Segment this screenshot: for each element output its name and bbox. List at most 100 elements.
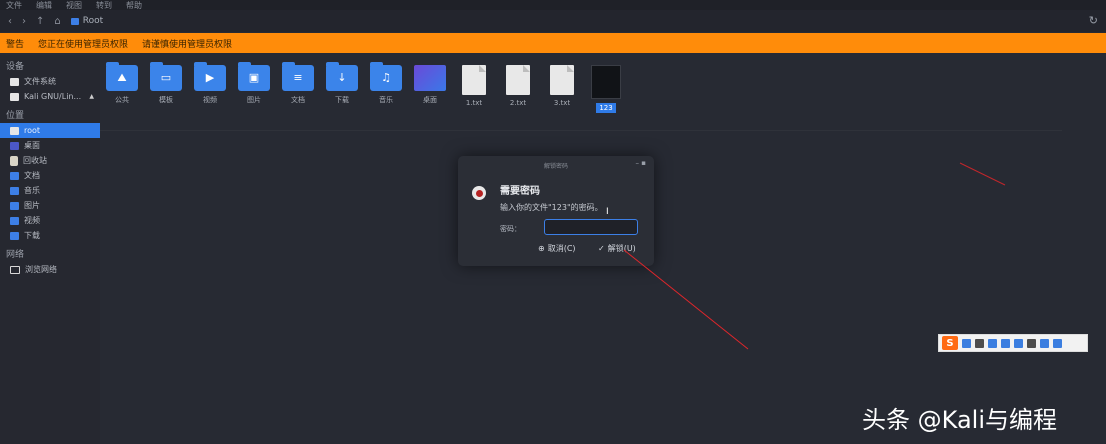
sidebar-item-label: 桌面	[24, 141, 40, 150]
menu-go[interactable]: 转到	[96, 0, 112, 11]
ime-tool-icon[interactable]	[1001, 338, 1010, 348]
file-grid: ⛰ 公共 ▭ 模板 ▶ 视频 ▣ 图片 ≡ 文档 ↓ 下载 ♫ 音乐 桌面 1.…	[106, 62, 622, 113]
download-icon: ↓	[337, 71, 347, 84]
folder-icon: ♫	[370, 62, 402, 91]
menu-view[interactable]: 视图	[66, 0, 82, 11]
unlock-label: 解锁(U)	[607, 243, 636, 253]
cancel-icon: ⊕	[538, 243, 545, 253]
ime-tool-icon[interactable]	[962, 338, 971, 348]
dialog-title: 解锁密码	[543, 163, 568, 170]
sidebar-item-root[interactable]: root	[0, 123, 100, 138]
file-label: 下载	[335, 96, 349, 104]
file-item-music[interactable]: ♫ 音乐	[370, 62, 402, 113]
sidebar-item-pictures[interactable]: 图片	[0, 198, 100, 213]
file-label: 视频	[203, 96, 217, 104]
sidebar-item-music[interactable]: 音乐	[0, 183, 100, 198]
admin-warning-bar: 警告 您正在使用管理员权限 请谨慎使用管理员权限	[0, 33, 1106, 53]
dialog-message: 输入你的文件"123"的密码。	[500, 203, 603, 212]
up-icon[interactable]: ↑	[36, 16, 44, 27]
file-item-3txt[interactable]: 3.txt	[546, 65, 578, 113]
menu-edit[interactable]: 编辑	[36, 0, 52, 11]
password-input[interactable]	[544, 219, 638, 235]
text-file-icon	[462, 65, 486, 95]
file-item-downloads[interactable]: ↓ 下载	[326, 62, 358, 113]
sidebar-item-label: 文件系统	[24, 77, 56, 86]
location-bar[interactable]: Root	[70, 16, 104, 26]
menu-help[interactable]: 帮助	[126, 0, 142, 11]
folder-icon: ⛰	[106, 62, 138, 91]
ime-tool-icon[interactable]	[1040, 338, 1049, 348]
sidebar-item-kali-disk[interactable]: Kali GNU/Lin... ▲	[0, 89, 100, 104]
public-icon: ⛰	[117, 71, 127, 84]
document-icon: ≡	[293, 71, 303, 84]
file-item-templates[interactable]: ▭ 模板	[150, 62, 182, 113]
sidebar-item-label: 音乐	[24, 186, 40, 195]
file-item-videos[interactable]: ▶ 视频	[194, 62, 226, 113]
sidebar-item-label: 视频	[24, 216, 40, 225]
text-file-icon	[506, 65, 530, 95]
ime-tool-icon[interactable]	[1053, 338, 1062, 348]
lock-icon	[472, 186, 486, 200]
menu-file[interactable]: 文件	[6, 0, 22, 11]
home-icon[interactable]: ⌂	[54, 16, 60, 27]
file-item-123[interactable]: 123	[590, 65, 622, 113]
file-label: 公共	[115, 96, 129, 104]
window-controls-icon[interactable]: – ▪	[636, 159, 646, 167]
cancel-label: 取消(C)	[547, 243, 576, 253]
ime-tool-icon[interactable]	[1014, 338, 1023, 348]
refresh-icon[interactable]: ↻	[1089, 14, 1098, 27]
forward-icon[interactable]: ›	[22, 16, 26, 27]
file-label: 1.txt	[465, 99, 483, 107]
sidebar-item-desktop[interactable]: 桌面	[0, 138, 100, 153]
picture-icon: ▣	[248, 71, 260, 84]
folder-icon: ↓	[326, 62, 358, 91]
folder-icon: ▣	[238, 62, 270, 91]
sidebar: 设备 文件系统 Kali GNU/Lin... ▲ 位置 root 桌面 回收站…	[0, 55, 100, 444]
desktop-folder-icon	[414, 65, 446, 91]
file-label: 123	[596, 103, 616, 113]
location-path: Root	[82, 16, 104, 26]
sidebar-item-filesystem[interactable]: 文件系统	[0, 74, 100, 89]
folder-icon: ▭	[150, 62, 182, 91]
file-item-public[interactable]: ⛰ 公共	[106, 62, 138, 113]
input-method-toolbar[interactable]: S	[938, 334, 1088, 352]
sidebar-item-videos[interactable]: 视频	[0, 213, 100, 228]
sidebar-item-label: root	[24, 126, 41, 135]
file-item-documents[interactable]: ≡ 文档	[282, 62, 314, 113]
file-label: 图片	[247, 96, 261, 104]
eject-icon[interactable]: ▲	[89, 93, 94, 100]
sidebar-item-label: 浏览网络	[25, 265, 57, 274]
ime-tool-icon[interactable]	[988, 338, 997, 348]
back-icon[interactable]: ‹	[8, 16, 12, 27]
ime-tool-icon[interactable]	[975, 338, 984, 348]
folder-icon: ▶	[194, 62, 226, 91]
sidebar-item-label: 图片	[24, 201, 40, 210]
home-folder-icon	[10, 126, 19, 135]
cancel-button[interactable]: ⊕ 取消(C)	[532, 240, 582, 256]
file-item-1txt[interactable]: 1.txt	[458, 65, 490, 113]
file-item-desktop[interactable]: 桌面	[414, 65, 446, 113]
unlock-button[interactable]: ✓ 解锁(U)	[592, 240, 642, 256]
ime-tool-icon[interactable]	[1027, 338, 1036, 348]
file-item-pictures[interactable]: ▣ 图片	[238, 62, 270, 113]
file-label: 模板	[159, 96, 173, 104]
file-item-2txt[interactable]: 2.txt	[502, 65, 534, 113]
sidebar-item-label: Kali GNU/Lin...	[24, 92, 82, 101]
sidebar-item-label: 下载	[24, 231, 40, 240]
sidebar-item-trash[interactable]: 回收站	[0, 153, 100, 168]
sidebar-heading-network: 网络	[6, 250, 25, 260]
sidebar-item-browse-network[interactable]: 浏览网络	[0, 262, 100, 277]
toolbar: ‹ › ↑ ⌂ Root ↻	[0, 10, 1106, 32]
sogou-logo-icon: S	[942, 336, 958, 350]
folder-icon	[10, 201, 19, 210]
folder-icon	[10, 171, 19, 180]
sidebar-item-downloads[interactable]: 下载	[0, 228, 100, 243]
divider	[100, 130, 1062, 131]
folder-icon	[10, 186, 19, 195]
monitor-icon	[10, 265, 20, 274]
dialog-heading: 需要密码	[500, 186, 540, 197]
sidebar-item-label: 回收站	[23, 156, 47, 165]
sidebar-item-documents[interactable]: 文档	[0, 168, 100, 183]
sidebar-item-label: 文档	[24, 171, 40, 180]
password-label: 密码：	[500, 225, 521, 233]
